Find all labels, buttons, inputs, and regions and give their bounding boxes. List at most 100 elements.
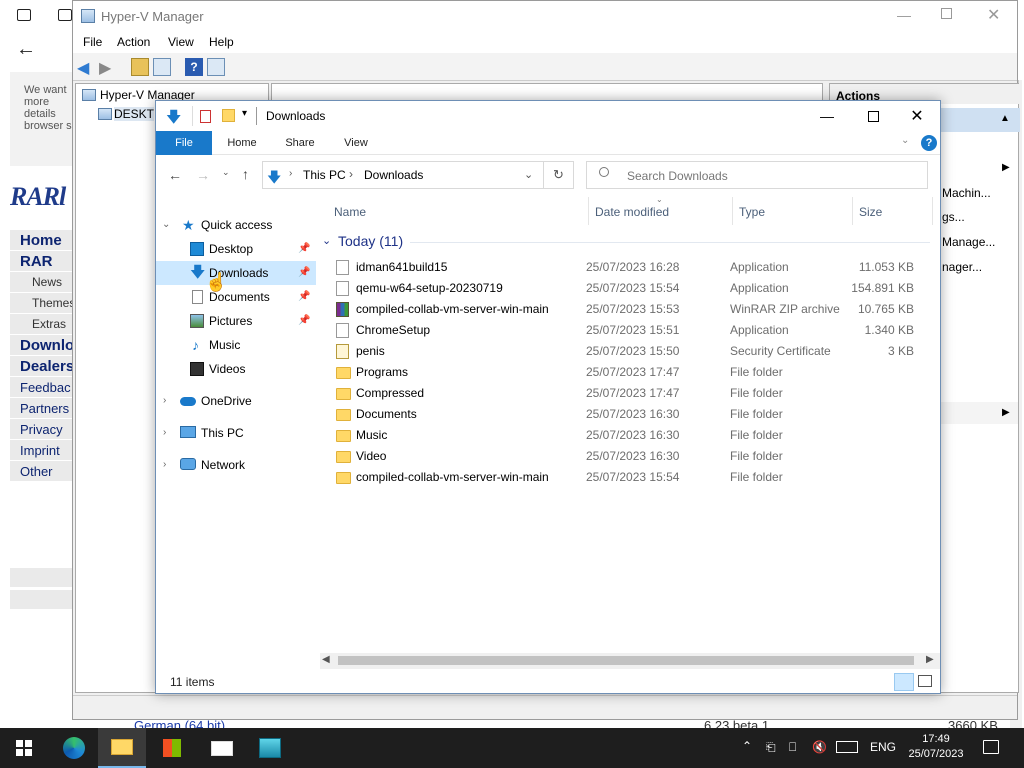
nav-desktop[interactable]: Desktop 📌 <box>156 237 316 261</box>
address-box[interactable]: 🡇 › This PC › Downloads ⌄ <box>262 161 544 189</box>
start-button[interactable] <box>0 728 48 768</box>
collapsed-chevron-icon[interactable]: › <box>163 421 166 445</box>
column-divider[interactable] <box>932 197 933 225</box>
back-arrow-icon[interactable]: ◀ <box>77 58 95 77</box>
nav-onedrive[interactable]: › OneDrive <box>156 389 316 413</box>
search-box[interactable]: Search Downloads <box>586 161 928 189</box>
hyperv-maximize-button[interactable] <box>941 8 952 19</box>
breadcrumb-this-pc[interactable]: This PC <box>303 168 346 182</box>
menu-file[interactable]: File <box>83 35 102 49</box>
clock[interactable]: 17:49 25/07/2023 <box>900 732 972 762</box>
volume-muted-icon[interactable]: 🔇 <box>812 740 827 754</box>
nav-extras[interactable]: Extras <box>10 314 72 335</box>
taskbar-edge[interactable] <box>50 728 98 768</box>
taskbar-explorer[interactable] <box>98 728 146 768</box>
nav-downloads[interactable]: 🡇 Downloads 📌 <box>156 261 316 285</box>
tab-view[interactable]: View <box>330 131 382 155</box>
tray-overflow-icon[interactable]: ⌃ <box>742 739 752 753</box>
nav-this-pc[interactable]: › This PC <box>156 421 316 445</box>
taskbar-hyperv[interactable] <box>246 728 294 768</box>
qat-dropdown-icon[interactable]: ▾ <box>242 108 247 119</box>
nav-documents[interactable]: Documents 📌 <box>156 285 316 309</box>
tab-icon[interactable] <box>58 9 72 21</box>
forward-arrow-icon[interactable]: ▶ <box>99 58 117 77</box>
nav-news[interactable]: News <box>10 272 72 293</box>
collapse-up-icon[interactable]: ▲ <box>1000 113 1010 124</box>
tab-file[interactable]: File <box>156 131 212 155</box>
nav-music[interactable]: ♪ Music <box>156 333 316 357</box>
column-type[interactable]: Type <box>739 205 765 219</box>
show-tree-icon[interactable] <box>153 58 171 76</box>
large-icons-view-icon[interactable] <box>918 675 932 687</box>
breadcrumb-chevron-icon[interactable]: › <box>289 168 292 179</box>
help-icon[interactable]: ? <box>185 58 203 76</box>
nav-pictures[interactable]: Pictures 📌 <box>156 309 316 333</box>
keyboard-icon[interactable] <box>836 741 858 753</box>
breadcrumb-downloads[interactable]: Downloads <box>364 168 423 182</box>
up-folder-icon[interactable] <box>131 58 149 76</box>
network-tray-icon[interactable]: ⎕ <box>789 740 796 755</box>
hyperv-close-button[interactable]: ✕ <box>987 5 1000 25</box>
group-header[interactable]: Today (11) <box>338 233 403 249</box>
collapsed-chevron-icon[interactable]: › <box>163 389 166 413</box>
refresh-button[interactable]: ↻ <box>544 161 574 189</box>
recent-locations-icon[interactable]: ⌄ <box>222 167 230 178</box>
nav-network[interactable]: › Network <box>156 453 316 477</box>
address-dropdown-icon[interactable]: ⌄ <box>524 168 533 181</box>
nav-download[interactable]: Downlo <box>10 335 72 356</box>
column-divider[interactable] <box>588 197 589 225</box>
breadcrumb-chevron-icon-2[interactable]: › <box>349 167 353 181</box>
language-indicator[interactable]: ENG <box>870 740 896 754</box>
nav-imprint[interactable]: Imprint <box>10 440 72 461</box>
usb-icon[interactable]: ⎗ <box>766 740 776 755</box>
group-collapse-icon[interactable]: ⌄ <box>322 234 331 247</box>
forward-button[interactable]: → <box>196 167 210 183</box>
expanded-chevron-icon[interactable]: ⌄ <box>162 213 170 237</box>
scroll-thumb[interactable] <box>338 656 914 665</box>
sidebar-toggle-icon[interactable] <box>17 9 31 21</box>
table-row[interactable]: penis 25/07/2023 15:50 Security Certificat… <box>320 341 940 362</box>
nav-rar[interactable]: RAR <box>10 251 72 272</box>
scroll-left-icon[interactable]: ◀ <box>322 654 330 665</box>
action-manager-2[interactable]: nager... <box>942 260 982 274</box>
nav-dealers[interactable]: Dealers <box>10 356 72 377</box>
back-arrow-icon[interactable]: ← <box>16 38 36 61</box>
nav-quick-access[interactable]: ⌄ ★ Quick access <box>156 213 316 237</box>
menu-action[interactable]: Action <box>117 35 150 49</box>
menu-view[interactable]: View <box>168 35 194 49</box>
minimize-button[interactable]: — <box>804 101 850 131</box>
close-button[interactable]: ✕ <box>894 101 940 131</box>
table-row[interactable]: Compressed 25/07/2023 17:47 File folder <box>320 383 940 404</box>
column-divider[interactable] <box>852 197 853 225</box>
nav-privacy[interactable]: Privacy <box>10 419 72 440</box>
action-pane-icon[interactable] <box>207 58 225 76</box>
action-manager[interactable]: Manage... <box>942 235 995 249</box>
nav-videos[interactable]: Videos <box>156 357 316 381</box>
back-button[interactable]: ← <box>168 167 182 183</box>
new-folder-icon[interactable] <box>222 109 235 122</box>
horizontal-scrollbar[interactable]: ◀ ▶ <box>320 653 940 669</box>
action-settings[interactable]: gs... <box>942 210 965 224</box>
nav-feedback[interactable]: Feedbac <box>10 377 72 398</box>
action-new-machine[interactable]: Machin... <box>942 186 991 200</box>
maximize-button[interactable] <box>850 101 896 131</box>
table-row[interactable]: Video 25/07/2023 16:30 File folder <box>320 446 940 467</box>
column-name[interactable]: Name <box>334 205 366 219</box>
column-size[interactable]: Size <box>859 205 882 219</box>
hyperv-minimize-button[interactable]: — <box>897 7 911 23</box>
properties-icon[interactable] <box>200 110 211 123</box>
table-row[interactable]: ChromeSetup 25/07/2023 15:51 Application 1.… <box>320 320 940 341</box>
details-view-icon[interactable] <box>894 673 914 691</box>
notifications-icon[interactable] <box>983 740 999 754</box>
tab-home[interactable]: Home <box>216 131 268 155</box>
nav-other[interactable]: Other <box>10 461 72 482</box>
menu-help[interactable]: Help <box>209 35 234 49</box>
submenu-arrow-icon-2[interactable]: ▶ <box>1002 407 1010 418</box>
help-icon[interactable]: ? <box>921 135 937 151</box>
tab-share[interactable]: Share <box>274 131 326 155</box>
nav-themes[interactable]: Themes <box>10 293 72 314</box>
nav-home[interactable]: Home <box>10 230 72 251</box>
table-row[interactable]: Programs 25/07/2023 17:47 File folder <box>320 362 940 383</box>
ribbon-expand-icon[interactable]: ⌄ <box>901 135 909 146</box>
table-row[interactable]: idman641build15 25/07/2023 16:28 Applicati… <box>320 257 940 278</box>
